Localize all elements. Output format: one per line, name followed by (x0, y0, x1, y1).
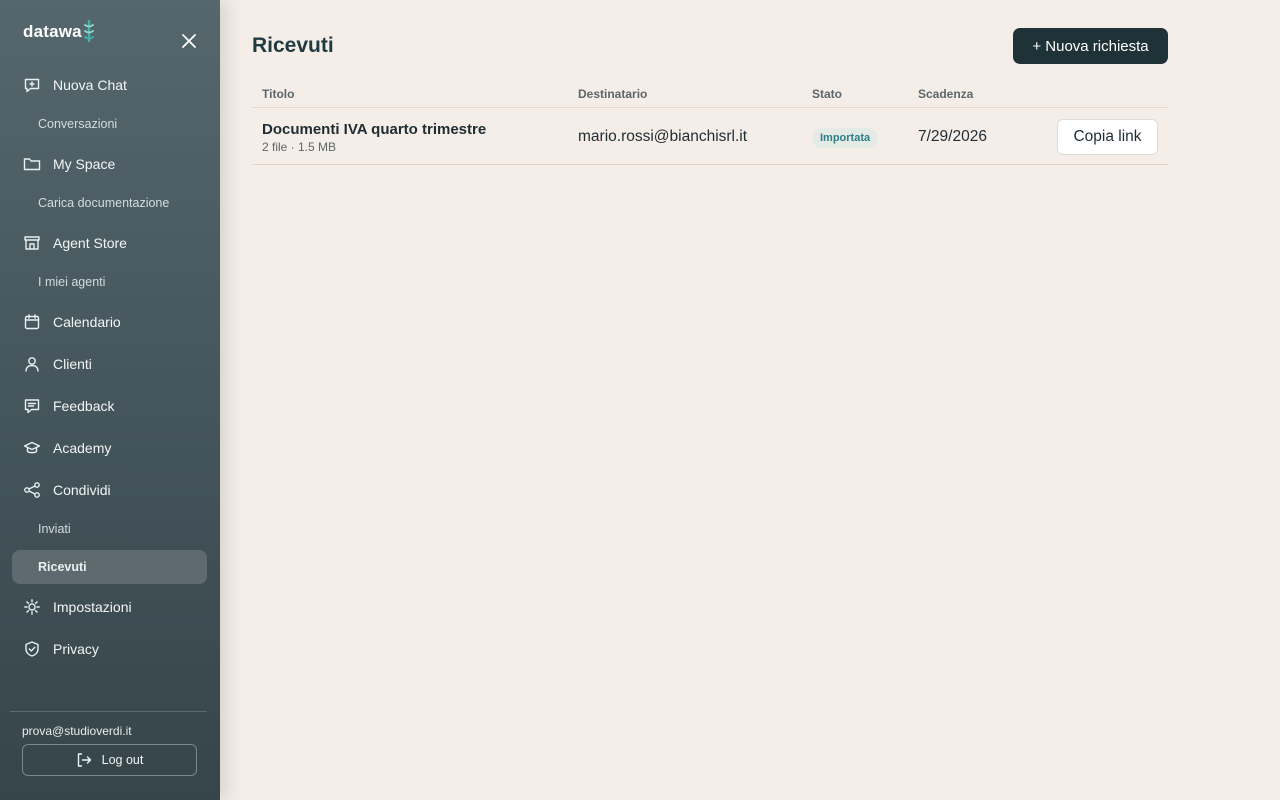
sidebar-item-label: Clienti (53, 356, 92, 372)
close-icon (182, 34, 196, 48)
status-badge: Importata (812, 128, 879, 148)
close-sidebar-button[interactable] (178, 30, 200, 52)
gear-icon (23, 598, 41, 616)
sidebar-item-label: My Space (53, 156, 116, 172)
row-title: Documenti IVA quarto trimestre (262, 121, 487, 138)
brand-logo[interactable]: datawa (23, 20, 95, 42)
sidebar-item-label: Conversazioni (38, 117, 118, 131)
calendar-icon (23, 313, 41, 331)
row-title-cell: Documenti IVA quarto trimestre 2 file · … (262, 121, 486, 154)
sidebar-item-agent-store[interactable]: Agent Store (12, 226, 207, 260)
column-header-titolo: Titolo (262, 87, 295, 101)
sidebar-item-feedback[interactable]: Feedback (12, 389, 207, 423)
folder-icon (23, 155, 41, 173)
sidebar-divider (10, 711, 207, 712)
sidebar-item-label: Nuova Chat (53, 77, 127, 93)
sidebar-item-nuova-chat[interactable]: Nuova Chat (12, 68, 207, 102)
user-icon (23, 355, 41, 373)
sidebar-item-label: Calendario (53, 314, 121, 330)
column-header-scadenza: Scadenza (918, 87, 974, 101)
sidebar-item-inviati[interactable]: Inviati (12, 512, 207, 546)
sidebar-item-condividi[interactable]: Condividi (12, 473, 207, 507)
table-header: Titolo Destinatario Stato Scadenza (252, 84, 1168, 108)
logout-button[interactable]: Log out (22, 744, 197, 776)
share-icon (23, 481, 41, 499)
column-header-destinatario: Destinatario (578, 87, 648, 101)
sidebar-item-label: Inviati (38, 522, 71, 536)
sidebar-item-i-miei-agenti[interactable]: I miei agenti (12, 265, 207, 299)
sidebar-item-my-space[interactable]: My Space (12, 147, 207, 181)
sidebar-item-clienti[interactable]: Clienti (12, 347, 207, 381)
logout-icon (76, 752, 92, 768)
sidebar-item-label: Condividi (53, 482, 111, 498)
chat-plus-icon (23, 76, 41, 94)
sidebar-item-conversazioni[interactable]: Conversazioni (12, 107, 207, 141)
received-table: Titolo Destinatario Stato Scadenza Docum… (252, 84, 1168, 165)
sidebar-item-academy[interactable]: Academy (12, 431, 207, 465)
sidebar: datawa Nuova Chat Conversazioni My Space… (0, 0, 220, 800)
new-request-button[interactable]: + Nuova richiesta (1013, 28, 1168, 64)
sidebar-item-label: I miei agenti (38, 275, 106, 289)
sidebar-item-impostazioni[interactable]: Impostazioni (12, 590, 207, 624)
sidebar-item-label: Carica documentazione (38, 196, 170, 210)
row-recipient: mario.rossi@bianchisrl.it (578, 128, 748, 145)
sidebar-item-privacy[interactable]: Privacy (12, 632, 207, 666)
store-icon (23, 234, 41, 252)
table-row[interactable]: Documenti IVA quarto trimestre 2 file · … (252, 108, 1168, 165)
row-meta: 2 file · 1.5 MB (262, 140, 337, 154)
sidebar-item-label: Feedback (53, 398, 115, 414)
page-title: Ricevuti (252, 34, 334, 57)
logout-label: Log out (101, 753, 144, 767)
feedback-icon (23, 397, 41, 415)
user-email: prova@studioverdi.it (22, 724, 132, 738)
sidebar-item-ricevuti[interactable]: Ricevuti (12, 550, 207, 584)
sidebar-item-label: Impostazioni (53, 599, 132, 615)
sidebar-item-carica-documentazione[interactable]: Carica documentazione (12, 186, 207, 220)
shield-check-icon (23, 640, 41, 658)
logo-mark-icon (83, 20, 94, 42)
copy-link-button[interactable]: Copia link (1057, 119, 1158, 155)
graduation-cap-icon (23, 439, 41, 457)
main-content: Ricevuti + Nuova richiesta Titolo Destin… (252, 0, 1168, 800)
row-due-date: 7/29/2026 (918, 128, 987, 145)
sidebar-item-calendario[interactable]: Calendario (12, 305, 207, 339)
sidebar-item-label: Privacy (53, 641, 99, 657)
column-header-stato: Stato (812, 87, 842, 101)
brand-name: datawa (23, 22, 82, 41)
sidebar-item-label: Ricevuti (38, 560, 87, 574)
sidebar-item-label: Academy (53, 440, 112, 456)
sidebar-item-label: Agent Store (53, 235, 127, 251)
